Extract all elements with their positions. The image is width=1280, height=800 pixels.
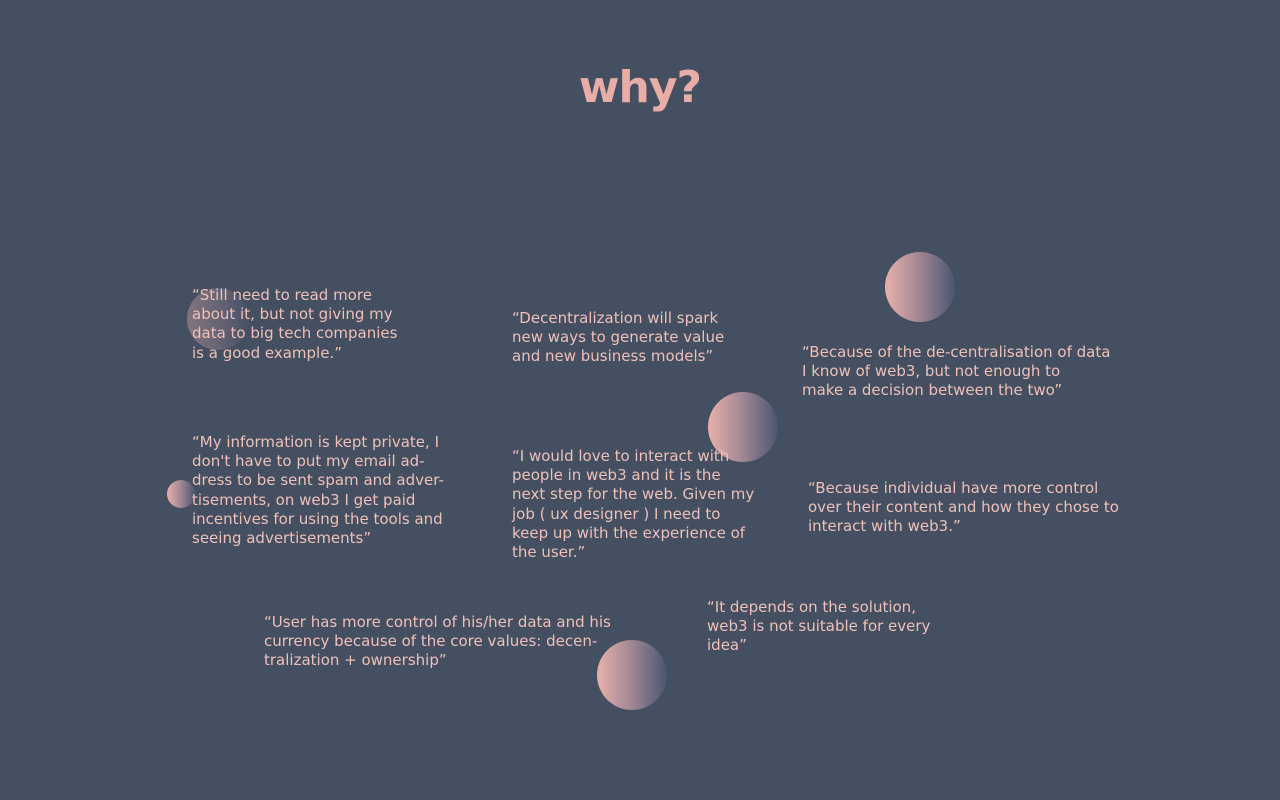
quote-information-private: “My information is kept private, I don't… [192, 433, 444, 548]
quote-core-values: “User has more control of his/her data a… [264, 613, 611, 670]
slide-title: why? [578, 62, 702, 113]
quote-depends-on-solution: “It depends on the solution, web3 is not… [707, 598, 931, 655]
slide-canvas: why? “Still need to read more about it, … [0, 0, 1280, 800]
quote-big-tech-data: “Still need to read more about it, but n… [192, 286, 398, 362]
quote-new-business-models: “Decentralization will spark new ways to… [512, 309, 725, 366]
gradient-orb-top-right [885, 252, 955, 322]
quote-ux-designer: “I would love to interact with people in… [512, 447, 755, 562]
quote-individual-control: “Because individual have more control ov… [808, 479, 1119, 536]
quote-decentralisation-decision: “Because of the de-centralisation of dat… [802, 343, 1111, 400]
gradient-orb-small-left [167, 480, 195, 508]
